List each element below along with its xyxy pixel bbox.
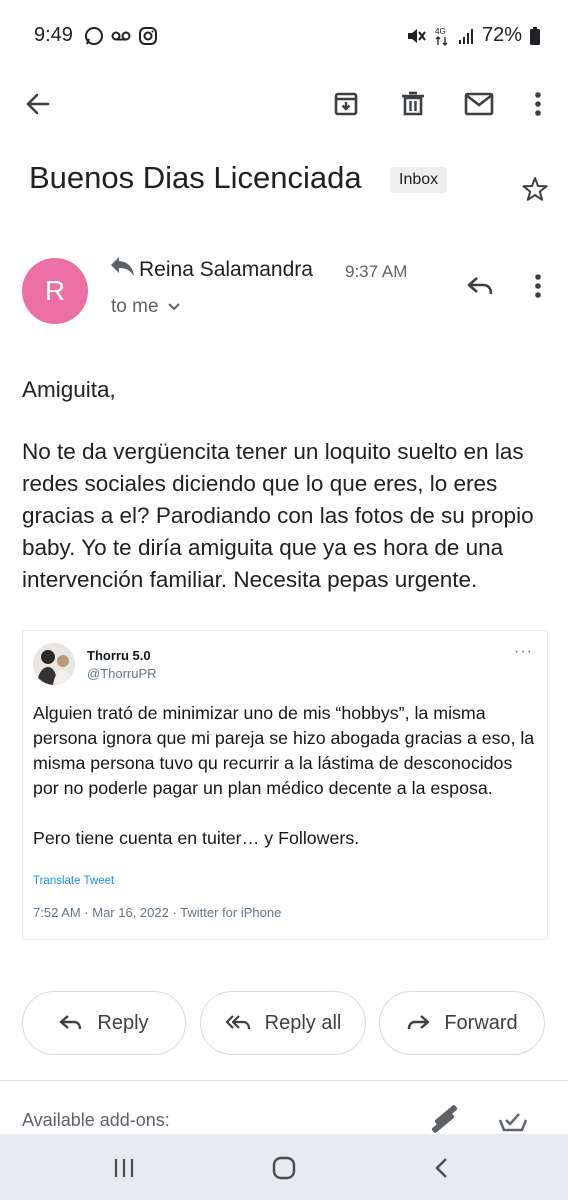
more-options-button[interactable]	[520, 86, 556, 122]
email-body: Amiguita, No te da vergüencita tener un …	[22, 374, 542, 626]
forward-button-label: Forward	[444, 1011, 518, 1034]
tweet-author-name: Thorru 5.0	[87, 648, 151, 663]
back-chevron-icon	[435, 1158, 447, 1178]
tweet-text: Alguien trató de minimizar uno de mis “h…	[33, 701, 538, 876]
recent-apps-button[interactable]	[104, 1152, 144, 1184]
inbox-label-chip[interactable]: Inbox	[390, 167, 448, 193]
translate-tweet-link[interactable]: Translate Tweet	[33, 875, 114, 887]
svg-text:4G: 4G	[435, 27, 446, 36]
message-more-button[interactable]	[520, 268, 556, 304]
email-subject: Buenos Dias Licenciada	[29, 160, 362, 195]
tweet-more-button[interactable]: ···	[514, 643, 533, 661]
mark-unread-button[interactable]	[461, 86, 497, 122]
reply-icon	[60, 1015, 82, 1030]
reply-button-label: Reply	[97, 1011, 149, 1034]
system-nav-bar	[0, 1134, 568, 1200]
reply-icon-button[interactable]	[462, 268, 498, 304]
signal-icon	[458, 28, 473, 44]
email-time: 9:37 AM	[345, 262, 408, 281]
sender-avatar[interactable]: R	[22, 258, 88, 324]
battery-icon	[530, 26, 540, 45]
reply-all-icon	[225, 1015, 250, 1030]
reply-icon	[467, 277, 493, 295]
reply-all-button[interactable]: Reply all	[200, 991, 366, 1055]
reply-all-button-label: Reply all	[264, 1011, 342, 1034]
mail-icon	[464, 92, 494, 116]
addon-button-2[interactable]	[492, 1100, 534, 1134]
addon-stack-icon	[431, 1105, 458, 1133]
sender-name: Reina Salamandra	[139, 258, 313, 281]
archive-icon	[334, 92, 358, 116]
forward-icon	[408, 1015, 430, 1030]
more-vert-icon	[535, 274, 541, 298]
tweet-text-paragraph: Pero tiene cuenta en tuiter… y Followers…	[33, 828, 360, 848]
email-greeting: Amiguita,	[22, 377, 116, 402]
back-button[interactable]	[20, 86, 56, 122]
instagram-icon	[139, 27, 157, 45]
recent-apps-icon	[114, 1159, 134, 1177]
chevron-down-icon	[167, 303, 180, 311]
voicemail-icon	[111, 31, 131, 41]
star-icon	[522, 177, 548, 201]
divider	[0, 1080, 568, 1081]
forward-button[interactable]: Forward	[379, 991, 545, 1055]
home-button[interactable]	[264, 1152, 304, 1184]
delete-button[interactable]	[395, 86, 431, 122]
archive-button[interactable]	[328, 86, 364, 122]
reply-button[interactable]: Reply	[22, 991, 186, 1055]
embedded-tweet[interactable]: Thorru 5.0 @ThorruPR ··· Alguien trató d…	[22, 630, 548, 940]
available-addons-label: Available add-ons:	[22, 1110, 170, 1130]
email-body-text: No te da vergüencita tener un loquito su…	[22, 439, 534, 592]
replied-indicator	[109, 255, 135, 282]
more-vert-icon	[535, 92, 541, 116]
mute-icon	[407, 28, 426, 43]
battery-percent: 72%	[481, 24, 522, 46]
back-nav-button[interactable]	[422, 1152, 462, 1184]
tweet-author-handle: @ThorruPR	[87, 666, 157, 681]
whatsapp-icon	[85, 27, 103, 45]
tweet-meta: 7:52 AM · Mar 16, 2022 · Twitter for iPh…	[33, 905, 282, 920]
tweet-avatar	[33, 643, 75, 685]
trash-icon	[402, 91, 424, 116]
status-notification-icons	[84, 26, 158, 46]
data-4g-icon: 4G	[435, 27, 448, 46]
tweet-text-paragraph: Alguien trató de minimizar uno de mis “h…	[33, 703, 535, 798]
recipient-details-toggle[interactable]: to me	[111, 296, 181, 318]
addon-button-1[interactable]	[424, 1098, 466, 1134]
home-icon	[272, 1156, 296, 1180]
addon-tray-icon	[498, 1113, 528, 1132]
recipient-label: to me	[111, 296, 159, 317]
back-arrow-icon	[26, 93, 50, 115]
star-button[interactable]	[518, 172, 552, 206]
status-time: 9:49	[34, 24, 73, 46]
reply-arrow-icon	[111, 257, 134, 276]
status-right-group: 4G 72%	[406, 24, 540, 47]
